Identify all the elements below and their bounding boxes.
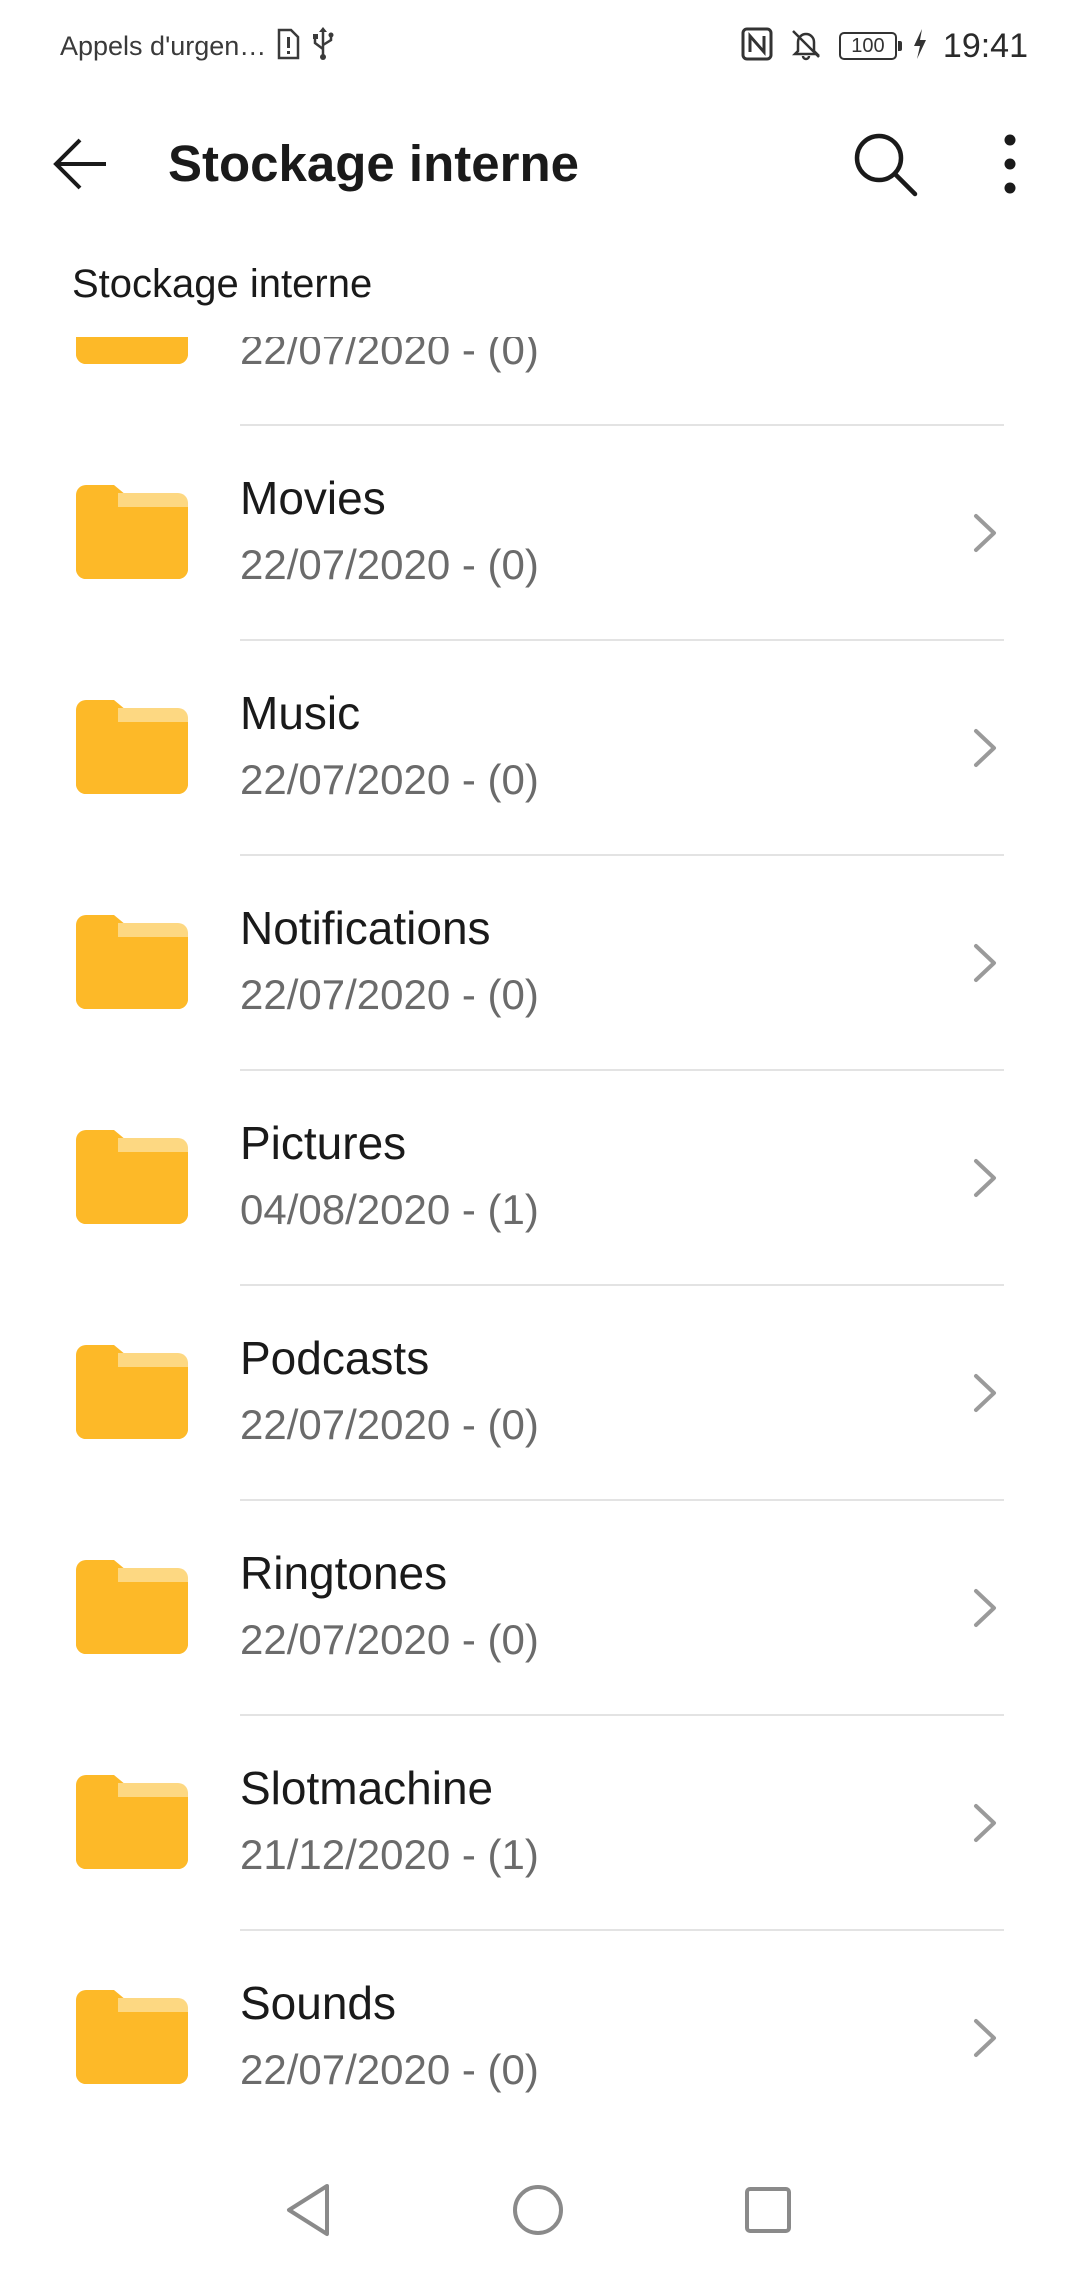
folder-name: Music (240, 687, 361, 739)
nav-home-button[interactable] (506, 2178, 570, 2242)
more-options-button[interactable] (980, 124, 1040, 204)
nfc-icon (741, 27, 773, 66)
folder-date-count: 04/08/2020 - (1) (240, 1186, 539, 1233)
chevron-right-icon (966, 725, 1002, 771)
folder-name: Sounds (240, 1977, 397, 2029)
app-bar: Stockage interne (0, 96, 1080, 232)
folder-row[interactable]: Sounds 22/07/2020 - (0) (0, 1931, 1080, 2115)
status-left: Appels d'urgen… (60, 26, 336, 66)
folder-date-count: 22/07/2020 - (0) (240, 541, 539, 588)
nav-home-icon (513, 2185, 563, 2235)
folder-date-count: 22/07/2020 - (0) (240, 337, 539, 373)
status-time: 19:41 (942, 26, 1028, 65)
chevron-right-icon (966, 337, 1002, 341)
bell-off-icon (789, 27, 823, 66)
charging-icon (913, 28, 927, 64)
folder-date-count: 22/07/2020 - (0) (240, 971, 539, 1018)
battery-level: 100 (851, 35, 885, 57)
folder-date-count: 22/07/2020 - (0) (240, 756, 539, 803)
chevron-right-icon (966, 1370, 1002, 1416)
usb-icon (310, 26, 336, 66)
system-nav-bar (0, 2160, 1080, 2260)
folder-icon (72, 483, 192, 583)
folder-row[interactable]: Music 22/07/2020 - (0) (0, 641, 1080, 856)
more-vert-icon (1004, 134, 1016, 194)
folder-icon (72, 1343, 192, 1443)
chevron-right-icon (966, 510, 1002, 556)
nav-back-icon (287, 2184, 329, 2236)
chevron-right-icon (966, 1585, 1002, 1631)
folder-date-count: 21/12/2020 - (1) (240, 1831, 539, 1878)
carrier-label: Appels d'urgen… (60, 30, 267, 61)
folder-list-content: 22/07/2020 - (0) Movies 22/07/2020 - (0) Mu… (0, 337, 1080, 2115)
folder-icon (72, 1988, 192, 2088)
folder-row[interactable]: Slotmachine 21/12/2020 - (1) (0, 1716, 1080, 1931)
nav-back-button[interactable] (276, 2178, 340, 2242)
folder-icon (72, 1773, 192, 1873)
folder-row[interactable]: 22/07/2020 - (0) (0, 337, 1080, 426)
chevron-right-icon (966, 2015, 1002, 2061)
status-bar: Appels d'urgen… 100 19:41 (0, 0, 1080, 96)
folder-row[interactable]: Movies 22/07/2020 - (0) (0, 426, 1080, 641)
folder-date-count: 22/07/2020 - (0) (240, 2046, 539, 2093)
status-right: 100 19:41 (741, 24, 1028, 68)
folder-name: Ringtones (240, 1547, 448, 1599)
folder-row[interactable]: Pictures 04/08/2020 - (1) (0, 1071, 1080, 1286)
folder-name: Movies (240, 472, 386, 524)
nav-recents-icon (745, 2187, 791, 2233)
folder-date-count: 22/07/2020 - (0) (240, 1616, 539, 1663)
chevron-right-icon (966, 940, 1002, 986)
chevron-right-icon (966, 1800, 1002, 1846)
search-icon (854, 133, 918, 197)
back-arrow-icon (53, 138, 106, 190)
folder-name: Pictures (240, 1117, 407, 1169)
back-button[interactable] (44, 128, 116, 200)
folder-icon (72, 913, 192, 1013)
chevron-right-icon (966, 1155, 1002, 1201)
battery-icon: 100 (838, 32, 902, 60)
folder-row[interactable]: Notifications 22/07/2020 - (0) (0, 856, 1080, 1071)
folder-date-count: 22/07/2020 - (0) (240, 1401, 539, 1448)
page-title: Stockage interne (168, 135, 579, 192)
folder-icon (72, 1558, 192, 1658)
search-button[interactable] (845, 124, 925, 204)
folder-name: Notifications (240, 902, 491, 954)
breadcrumb[interactable]: Stockage interne (72, 262, 372, 307)
sim-alert-icon (276, 28, 300, 65)
folder-name: Podcasts (240, 1332, 430, 1384)
folder-icon (72, 1128, 192, 1228)
folder-row[interactable]: Ringtones 22/07/2020 - (0) (0, 1501, 1080, 1716)
nav-recents-button[interactable] (736, 2178, 800, 2242)
folder-name: Slotmachine (240, 1762, 494, 1814)
folder-row[interactable]: Podcasts 22/07/2020 - (0) (0, 1286, 1080, 1501)
folder-icon (72, 337, 192, 368)
folder-icon (72, 698, 192, 798)
folder-list[interactable]: 22/07/2020 - (0) Movies 22/07/2020 - (0) Mu… (0, 337, 1080, 2115)
